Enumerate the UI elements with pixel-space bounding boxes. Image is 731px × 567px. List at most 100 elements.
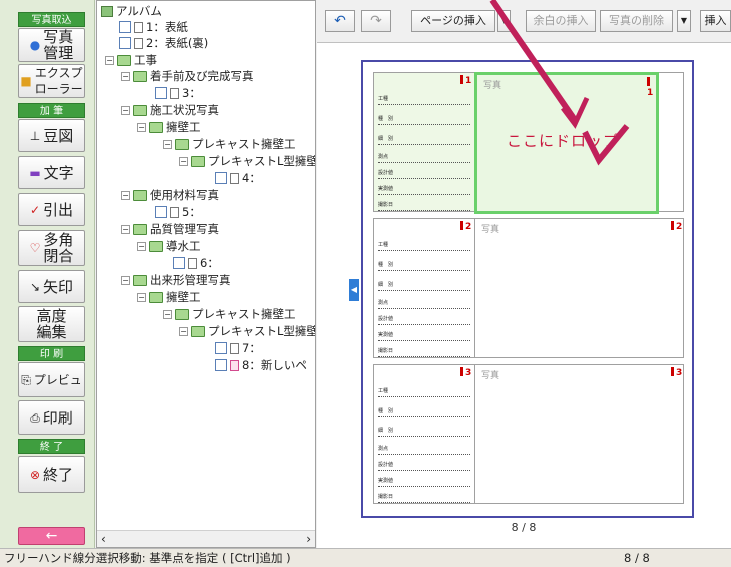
page-checkbox[interactable] xyxy=(119,21,131,33)
tree-node-shiyou[interactable]: − 使用材料写真 xyxy=(121,187,219,203)
folder-icon xyxy=(149,121,163,133)
tree-horizontal-scrollbar[interactable]: ‹ › xyxy=(97,530,315,547)
polygon-button[interactable]: ♡ 多角 閉合 xyxy=(18,230,85,266)
collapse-toggle[interactable]: − xyxy=(137,292,146,302)
text-button[interactable]: ▬ 文字 xyxy=(18,156,85,189)
exit-button[interactable]: ⊗ 終了 xyxy=(18,456,85,493)
print-button[interactable]: ⎙ 印刷 xyxy=(18,400,85,435)
tree-node-page-4[interactable]: 4： xyxy=(215,170,261,186)
collapse-toggle[interactable]: − xyxy=(121,105,130,115)
tree-node-page-2[interactable]: 2：表紙(裏) xyxy=(119,35,208,51)
tree-label-page-3: 3： xyxy=(182,86,201,100)
tree-label-shiyou: 使用材料写真 xyxy=(150,188,219,202)
photo-manage-button[interactable]: ● 写真 管理 xyxy=(18,28,85,62)
page-checkbox[interactable] xyxy=(215,342,227,354)
tree-label-precast-l: プレキャストL型擁壁 xyxy=(208,154,316,168)
collapse-toggle[interactable]: − xyxy=(163,139,172,149)
tree-node-yoheki[interactable]: − 擁壁工 xyxy=(137,119,201,135)
preview-label: プレビュ xyxy=(33,372,82,387)
page-checkbox[interactable] xyxy=(155,206,167,218)
tree-node-precast[interactable]: − プレキャスト擁壁工 xyxy=(163,136,296,152)
preview-icon: ⎘ xyxy=(21,372,31,387)
scroll-left-icon[interactable]: ‹ xyxy=(101,532,106,546)
page-editor: ↶ ↷ ページの挿入 ▼ 余白の挿入 写真の削除 ▼ 挿入 ◀ 1 工種 種 別… xyxy=(317,0,731,548)
explorer-label-1: エクスプ xyxy=(34,66,83,80)
arrow-button[interactable]: ↘ 矢印 xyxy=(18,270,85,303)
hikidashi-button[interactable]: ✓ 引出 xyxy=(18,193,85,226)
tree-node-precast-2[interactable]: − プレキャスト擁壁工 xyxy=(163,306,296,322)
tree-label-sekou: 施工状況写真 xyxy=(150,103,219,117)
tree-node-dekigata[interactable]: − 出来形管理写真 xyxy=(121,272,231,288)
page-checkbox[interactable] xyxy=(215,172,227,184)
mame-zu-button[interactable]: ⊥ 豆図 xyxy=(18,119,85,152)
section-exit: 終 了 xyxy=(18,439,85,454)
advanced-label-2: 編集 xyxy=(36,323,67,341)
tree-node-page-5[interactable]: 5： xyxy=(155,204,201,220)
tree-node-page-7[interactable]: 7： xyxy=(215,340,261,356)
tree-node-kouji[interactable]: − 工事 xyxy=(105,52,157,68)
section-print: 印 刷 xyxy=(18,346,85,361)
polygon-label-1: 多角 xyxy=(43,231,74,249)
section-add: 加 筆 xyxy=(18,103,85,118)
tree-label-precast: プレキャスト擁壁工 xyxy=(192,137,296,151)
page-icon xyxy=(230,359,239,371)
scroll-right-icon[interactable]: › xyxy=(306,532,311,546)
page-icon xyxy=(230,342,239,354)
folder-icon xyxy=(175,138,189,150)
folder-icon xyxy=(133,223,147,235)
tree-node-chakushu[interactable]: − 着手前及び完成写真 xyxy=(121,68,254,84)
collapse-toggle[interactable]: − xyxy=(121,190,130,200)
collapse-toggle[interactable]: − xyxy=(137,241,146,251)
status-page-count: 8 / 8 xyxy=(624,551,650,565)
tree-node-album[interactable]: アルバム xyxy=(101,3,162,19)
polygon-label-2: 閉合 xyxy=(43,247,74,265)
tree-node-precast-l[interactable]: − プレキャストL型擁壁 xyxy=(179,153,316,169)
page-icon xyxy=(170,87,179,99)
page-icon xyxy=(230,172,239,184)
hikidashi-label: 引出 xyxy=(43,201,74,219)
page-icon xyxy=(134,21,143,33)
collapse-toggle[interactable]: − xyxy=(121,224,130,234)
back-button[interactable]: ← xyxy=(18,527,85,545)
tree-node-sekou[interactable]: − 施工状況写真 xyxy=(121,102,219,118)
tree-node-dousui[interactable]: − 導水工 xyxy=(137,238,201,254)
exit-label: 終了 xyxy=(43,466,74,484)
tree-node-yoheki-2[interactable]: − 擁壁工 xyxy=(137,289,201,305)
tree-node-page-6[interactable]: 6： xyxy=(173,255,219,271)
tree-label-yoheki: 擁壁工 xyxy=(166,120,201,134)
tree-label-dekigata: 出来形管理写真 xyxy=(150,273,231,287)
collapse-toggle[interactable]: − xyxy=(179,326,188,336)
collapse-toggle[interactable]: − xyxy=(121,71,130,81)
tree-node-page-8[interactable]: 8：新しいペ xyxy=(215,357,307,373)
tree-label-page-4: 4： xyxy=(242,171,261,185)
page-checkbox[interactable] xyxy=(155,87,167,99)
collapse-toggle[interactable]: − xyxy=(137,122,146,132)
folder-icon xyxy=(117,54,131,66)
tree-node-page-3[interactable]: 3： xyxy=(155,85,201,101)
status-bar: フリーハンド線分選択移動: 基準点を指定 ( [Ctrl]追加 ) 8 / 8 xyxy=(0,548,731,567)
page-checkbox[interactable] xyxy=(173,257,185,269)
page-icon xyxy=(188,257,197,269)
folder-icon xyxy=(149,240,163,252)
leader-line-icon: ✓ xyxy=(29,202,41,217)
collapse-toggle[interactable]: − xyxy=(105,55,114,65)
tree-node-page-1[interactable]: 1：表紙 xyxy=(119,19,188,35)
tree-label-page-5: 5： xyxy=(182,205,201,219)
tree-label-precast-l-2: プレキャストL型擁壁 xyxy=(208,324,316,338)
arrow-label: 矢印 xyxy=(43,278,74,296)
advanced-label-1: 高度 xyxy=(36,307,67,325)
explorer-button[interactable]: ■ エクスプ ローラー xyxy=(18,64,85,98)
text-label: 文字 xyxy=(43,164,74,182)
collapse-toggle[interactable]: − xyxy=(163,309,172,319)
page-checkbox[interactable] xyxy=(119,37,131,49)
tree-node-hinshitsu[interactable]: − 品質管理写真 xyxy=(121,221,219,237)
collapse-toggle[interactable]: − xyxy=(179,156,188,166)
tree-label-precast-2: プレキャスト擁壁工 xyxy=(192,307,296,321)
collapse-toggle[interactable]: − xyxy=(121,275,130,285)
page-checkbox[interactable] xyxy=(215,359,227,371)
preview-button[interactable]: ⎘ プレビュ xyxy=(18,362,85,397)
tree-node-precast-l-2[interactable]: − プレキャストL型擁壁 xyxy=(179,323,316,339)
tree-label-yoheki-2: 擁壁工 xyxy=(166,290,201,304)
advanced-edit-button[interactable]: 高度 編集 xyxy=(18,306,85,342)
folder-icon xyxy=(133,70,147,82)
